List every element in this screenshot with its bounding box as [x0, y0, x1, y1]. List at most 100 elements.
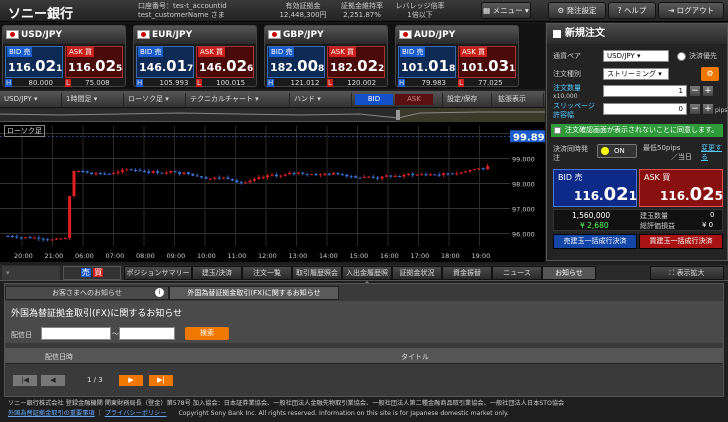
- tab-5[interactable]: 証拠金状況: [392, 266, 442, 280]
- search-button[interactable]: 検索: [185, 327, 229, 340]
- tab-2[interactable]: 注文一覧: [242, 266, 292, 280]
- order-gear-button[interactable]: ⚙: [701, 67, 719, 81]
- ask-price-button[interactable]: ASK 買 146.026: [196, 46, 254, 78]
- tab-3[interactable]: 取引履歴照会: [292, 266, 342, 280]
- qty-input[interactable]: 1: [603, 85, 687, 97]
- candlestick-chart[interactable]: 100.00099.00098.00097.00096.00020:0021:0…: [0, 122, 545, 262]
- change-link[interactable]: 変更する: [701, 144, 723, 162]
- candle-body: [288, 172, 292, 175]
- us-flag-icon: [6, 30, 19, 39]
- order-pair-select[interactable]: USD/JPY ▾: [603, 50, 669, 62]
- candle-body: [164, 172, 168, 174]
- candle-body: [389, 175, 393, 177]
- candle-body: [428, 174, 432, 176]
- candle-body: [327, 173, 331, 175]
- chart-bid-toggle[interactable]: BID: [355, 94, 393, 105]
- menu-button[interactable]: ▦ メニュー ▾: [481, 2, 531, 19]
- tab-6[interactable]: 資金振替: [442, 266, 492, 280]
- tab-8[interactable]: お知らせ: [542, 266, 596, 280]
- important-notice-link[interactable]: 外国為替証拠金取引の重要事項: [8, 410, 95, 417]
- candle-body: [332, 173, 336, 175]
- buy-order-button[interactable]: ASK 買 116.025: [639, 169, 723, 207]
- tab-1[interactable]: 建玉/決済: [192, 266, 242, 280]
- chart-period-select[interactable]: 1時間足 ▾: [62, 93, 124, 106]
- qty-plus-button[interactable]: +: [702, 85, 714, 97]
- save-settings-button[interactable]: 設定/保存: [442, 93, 492, 106]
- x-tick-label: 10:00: [197, 252, 216, 260]
- tab-4[interactable]: 入出金履歴照会: [342, 266, 392, 289]
- hand-select[interactable]: ハンド ▾: [290, 93, 352, 106]
- low-value: L 75.008: [65, 79, 110, 87]
- col-title: タイトル: [401, 353, 429, 361]
- y-tick-label: 99.000: [512, 156, 535, 164]
- prev-page-button[interactable]: ◀: [41, 375, 65, 386]
- last-price-text: 99.89: [513, 132, 545, 143]
- slippage-input[interactable]: 0: [603, 103, 687, 115]
- next-page-button[interactable]: ▶: [119, 375, 143, 386]
- order-settings-button[interactable]: ⚙ 発注設定: [548, 2, 606, 19]
- tab-customer-notice[interactable]: お客さまへのお知らせ: [5, 286, 169, 300]
- bid-price-button[interactable]: BID 売 146.017: [136, 46, 194, 78]
- candle-body: [173, 171, 177, 173]
- pl-label: 総評価損益: [640, 222, 675, 230]
- chart-pair-select[interactable]: USD/JPY ▾: [0, 93, 62, 106]
- candle-body: [230, 179, 234, 181]
- first-page-button[interactable]: |◀: [13, 375, 37, 386]
- expand-view-button[interactable]: 拡張表示: [494, 93, 544, 106]
- confirm-skip-notice[interactable]: 注文確認画面が表示されないことに同意します。: [551, 124, 723, 137]
- tab-fx-notice[interactable]: 外国為替証拠金取引(FX)に関するお知らせ: [169, 286, 339, 300]
- ask-price-button[interactable]: ASK 買 182.022: [327, 46, 385, 78]
- technical-select[interactable]: テクニカルチャート ▾: [186, 93, 290, 106]
- candle-body: [477, 168, 481, 170]
- buy-settle-all-button[interactable]: 買建玉一括成行決済: [639, 234, 723, 249]
- priority-radio[interactable]: [677, 52, 686, 61]
- date-to-input[interactable]: [119, 327, 175, 340]
- slip-minus-button[interactable]: −: [689, 103, 701, 115]
- help-button[interactable]: ? ヘルプ: [608, 2, 656, 19]
- bid-label: BID 売: [7, 47, 33, 57]
- ask-price-button[interactable]: ASK 買 116.025: [65, 46, 123, 78]
- sell-order-button[interactable]: BID 売 116.021: [553, 169, 637, 207]
- order-type-select[interactable]: ストリーミング ▾: [603, 68, 669, 80]
- privacy-policy-link[interactable]: プライバシーポリシー: [105, 410, 167, 417]
- confirm-skip-checkbox[interactable]: [554, 127, 561, 134]
- bid-price-button[interactable]: BID 売 101.018: [398, 46, 456, 78]
- logout-button[interactable]: ⇥ ログアウト: [658, 2, 724, 19]
- slip-plus-button[interactable]: +: [702, 103, 714, 115]
- qty-minus-button[interactable]: −: [689, 85, 701, 97]
- x-tick-label: 08:00: [136, 252, 155, 260]
- bid-price-button[interactable]: BID 売 182.008: [267, 46, 325, 78]
- candle-body: [81, 170, 85, 172]
- tab-7[interactable]: ニュース: [492, 266, 542, 280]
- currency-panel-gbp-jpy: GBP/JPY BID 売 182.008 ASK 買 182.022 H 121.012…: [264, 25, 388, 87]
- candle-body: [283, 174, 287, 176]
- last-page-button[interactable]: ▶|: [149, 375, 173, 386]
- chart-ask-toggle[interactable]: ASK: [395, 94, 433, 105]
- candle-body: [424, 174, 428, 176]
- gear-icon: ⚙: [557, 6, 567, 15]
- navigator-handle-left[interactable]: [396, 110, 400, 120]
- sell-buy-toggle[interactable]: 売 買: [63, 266, 121, 280]
- currency-panel-usd-jpy: USD/JPY BID 売 116.021 ASK 買 116.025 H 80.000 L…: [2, 25, 126, 87]
- bid-price: 101.018: [401, 57, 456, 75]
- candle-body: [90, 172, 94, 174]
- zoom-button[interactable]: ⛶ 表示拡大: [650, 266, 724, 280]
- eu-flag-icon: [137, 30, 150, 39]
- candle-body: [450, 173, 454, 175]
- chart-type-select[interactable]: ローソク足 ▾: [124, 93, 186, 106]
- date-from-input[interactable]: [41, 327, 111, 340]
- candle-body: [464, 171, 468, 173]
- order-title-icon: [553, 30, 561, 38]
- slippage-unit: pips: [715, 107, 728, 114]
- bid-price-button[interactable]: BID 売 116.021: [5, 46, 63, 78]
- bid-label: BID 売: [138, 47, 164, 57]
- tab-0[interactable]: ポジションサマリー: [124, 266, 192, 280]
- ask-price-button[interactable]: ASK 買 101.031: [458, 46, 516, 78]
- sell-settle-all-button[interactable]: 売建玉一括成行決済: [553, 234, 637, 249]
- tab-nav-select[interactable]: ▾: [2, 266, 60, 280]
- candle-body: [94, 173, 98, 175]
- candle-body: [50, 239, 54, 241]
- buy-price: 116.025: [660, 184, 724, 205]
- order-panel-title: 新規注文: [547, 24, 727, 44]
- navigator-chart[interactable]: [0, 108, 545, 122]
